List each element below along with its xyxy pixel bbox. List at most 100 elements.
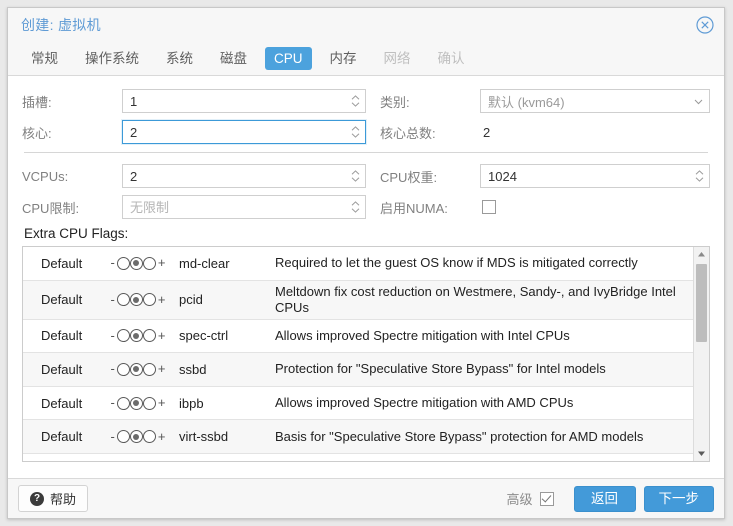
- form-row-vcpus-weight: VCPUs: CPU权重:: [22, 164, 710, 188]
- tab-memory[interactable]: 内存: [321, 47, 366, 70]
- flag-tristate-control[interactable]: - +: [97, 256, 179, 270]
- minus-sign-icon[interactable]: -: [110, 293, 116, 306]
- radio-off[interactable]: [116, 256, 130, 270]
- tab-disk[interactable]: 磁盘: [211, 47, 256, 70]
- radio-default[interactable]: [129, 329, 143, 343]
- radio-on[interactable]: [142, 362, 156, 376]
- form-row-limit-numa: CPU限制: 启用NUMA:: [22, 195, 710, 219]
- tab-confirm: 确认: [437, 51, 465, 66]
- table-row[interactable]: Default - + pcid Meltdown fix cost reduc…: [23, 280, 693, 320]
- table-row[interactable]: Default - + ibpb Allows improved Spectre…: [23, 386, 693, 421]
- flag-tristate-control[interactable]: - +: [97, 329, 179, 343]
- table-row[interactable]: Default - + md-clear Required to let the…: [23, 247, 693, 281]
- vcpus-stepper[interactable]: [351, 169, 360, 183]
- plus-sign-icon[interactable]: +: [157, 293, 167, 306]
- flag-tristate-control[interactable]: - +: [97, 293, 179, 307]
- tab-system[interactable]: 系统: [157, 47, 202, 70]
- flag-tristate-control[interactable]: - +: [97, 396, 179, 410]
- radio-on[interactable]: [142, 396, 156, 410]
- cpu-weight-input[interactable]: [481, 165, 709, 187]
- flags-table-scrollbar[interactable]: [693, 247, 709, 461]
- scroll-up-icon[interactable]: [694, 247, 709, 262]
- form-row-sockets-type: 插槽: 类别: 默认 (kvm64): [22, 89, 710, 113]
- radio-default[interactable]: [129, 362, 143, 376]
- cores-input[interactable]: [123, 121, 365, 143]
- sockets-input[interactable]: [123, 90, 365, 112]
- scroll-down-icon[interactable]: [694, 446, 709, 461]
- radio-default[interactable]: [129, 430, 143, 444]
- plus-sign-icon[interactable]: +: [157, 256, 167, 269]
- flag-description: Allows improved Spectre mitigation with …: [275, 327, 570, 343]
- vcpus-label: VCPUs:: [22, 168, 69, 184]
- radio-off[interactable]: [116, 329, 130, 343]
- numa-label: 启用NUMA:: [380, 200, 448, 216]
- form-row-cores-total: 核心: 核心总数: 2: [22, 120, 710, 144]
- plus-sign-icon[interactable]: +: [157, 396, 167, 409]
- plus-sign-icon[interactable]: +: [157, 362, 167, 375]
- vcpus-field[interactable]: [122, 164, 366, 188]
- minus-sign-icon[interactable]: -: [110, 362, 116, 375]
- flag-state: Default: [41, 255, 83, 271]
- help-button[interactable]: ? 帮助: [18, 485, 89, 512]
- tab-network: 网络: [383, 51, 411, 66]
- cores-field[interactable]: [122, 120, 366, 144]
- radio-off[interactable]: [116, 396, 130, 410]
- close-circle-icon[interactable]: [696, 16, 714, 34]
- extra-cpu-flags-label: Extra CPU Flags:: [24, 226, 129, 241]
- radio-default[interactable]: [129, 396, 143, 410]
- tab-general[interactable]: 常规: [22, 47, 67, 70]
- advanced-checkbox[interactable]: [539, 491, 554, 506]
- dialog-titlebar: 创建: 虚拟机: [8, 8, 724, 42]
- field-group-vcpus: VCPUs:: [22, 164, 366, 188]
- table-row[interactable]: Default - + spec-ctrl Allows improved Sp…: [23, 319, 693, 354]
- tab-cpu[interactable]: CPU: [265, 47, 312, 70]
- tab-os[interactable]: 操作系统: [76, 47, 148, 70]
- table-row[interactable]: Default - + ssbd Protection for "Specula…: [23, 353, 693, 387]
- flags-scroll-viewport: Default - + md-clear Required to let the…: [23, 247, 693, 461]
- flag-name: pcid: [179, 292, 203, 308]
- flag-state: Default: [41, 328, 83, 344]
- flag-tristate-control[interactable]: - +: [97, 430, 179, 444]
- minus-sign-icon[interactable]: -: [110, 396, 116, 409]
- cpu-weight-stepper[interactable]: [695, 169, 704, 183]
- cpu-limit-stepper[interactable]: [351, 200, 360, 214]
- minus-sign-icon[interactable]: -: [110, 256, 116, 269]
- flag-description: Protection for "Speculative Store Bypass…: [275, 361, 606, 377]
- question-mark-icon: ?: [30, 491, 44, 506]
- sockets-label: 插槽:: [22, 94, 52, 110]
- flag-state: Default: [41, 429, 83, 445]
- numa-checkbox[interactable]: [482, 200, 496, 214]
- radio-default[interactable]: [129, 293, 143, 307]
- vcpus-input[interactable]: [123, 165, 365, 187]
- cpu-weight-field[interactable]: [480, 164, 710, 188]
- flag-state: Default: [41, 361, 83, 377]
- minus-sign-icon[interactable]: -: [110, 329, 116, 342]
- cpu-limit-input[interactable]: [123, 196, 365, 218]
- scrollbar-thumb[interactable]: [696, 264, 707, 342]
- radio-on[interactable]: [142, 256, 156, 270]
- radio-on[interactable]: [142, 329, 156, 343]
- table-row[interactable]: Default - + virt-ssbd Basis for "Specula…: [23, 420, 693, 454]
- radio-on[interactable]: [142, 293, 156, 307]
- cores-stepper[interactable]: [351, 125, 360, 139]
- flag-tristate-control[interactable]: - +: [97, 362, 179, 376]
- radio-off[interactable]: [116, 293, 130, 307]
- radio-off[interactable]: [116, 362, 130, 376]
- help-button-label: 帮助: [50, 492, 77, 507]
- cpu-limit-field[interactable]: [122, 195, 366, 219]
- flag-name: spec-ctrl: [179, 328, 229, 344]
- radio-off[interactable]: [116, 430, 130, 444]
- plus-sign-icon[interactable]: +: [157, 329, 167, 342]
- sockets-stepper[interactable]: [351, 94, 360, 108]
- back-button[interactable]: 返回: [573, 485, 636, 512]
- advanced-toggle[interactable]: 高级: [506, 489, 554, 508]
- next-button[interactable]: 下一步: [643, 485, 714, 512]
- radio-default[interactable]: [129, 256, 143, 270]
- radio-on[interactable]: [142, 430, 156, 444]
- plus-sign-icon[interactable]: +: [157, 430, 167, 443]
- minus-sign-icon[interactable]: -: [110, 430, 116, 443]
- cpu-settings-panel: 插槽: 类别: 默认 (kvm64) 核心:: [8, 76, 724, 478]
- field-group-type: 类别: 默认 (kvm64): [366, 89, 710, 113]
- sockets-field[interactable]: [122, 89, 366, 113]
- type-select[interactable]: 默认 (kvm64): [480, 89, 710, 113]
